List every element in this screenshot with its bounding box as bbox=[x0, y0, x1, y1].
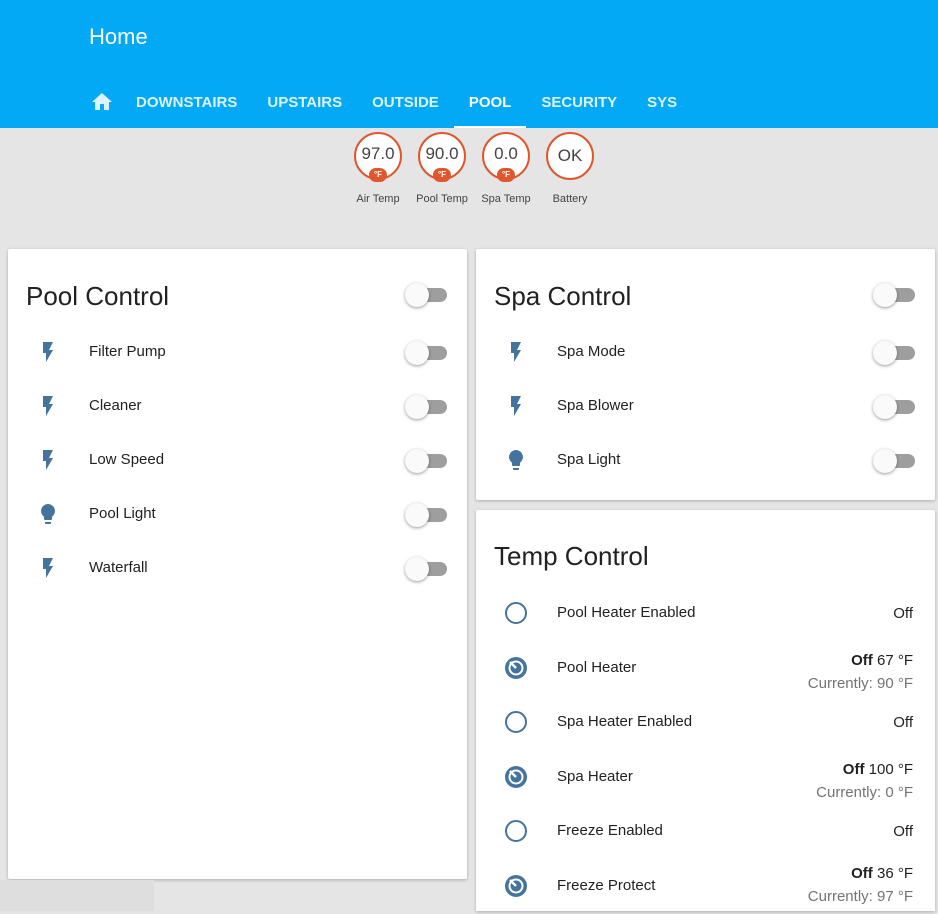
row-label: Pool Heater bbox=[557, 659, 637, 676]
entity-row-freeze-enabled[interactable]: Freeze Enabled Off bbox=[476, 804, 935, 858]
card-title: Pool Control bbox=[26, 281, 170, 311]
badge-unit: °F bbox=[368, 168, 388, 182]
badge-air-temp[interactable]: 97.0 °F Air Temp bbox=[346, 132, 410, 205]
flash-icon bbox=[43, 342, 53, 362]
badge-circle: 0.0 °F bbox=[482, 132, 530, 182]
tab-security[interactable]: SECURITY bbox=[526, 76, 632, 128]
pool-control-master-toggle[interactable] bbox=[405, 282, 449, 307]
spa-blower-toggle[interactable] bbox=[873, 394, 917, 419]
pool-control-card: Pool Control Filter Pump Cleaner Low Spe… bbox=[8, 249, 467, 879]
badge-circle: 97.0 °F bbox=[354, 132, 402, 182]
badge-pool-temp[interactable]: 90.0 °F Pool Temp bbox=[410, 132, 474, 205]
lightbulb-icon bbox=[509, 450, 523, 470]
spa-control-card: Spa Control Spa Mode Spa Blower Spa Ligh… bbox=[476, 249, 935, 500]
badge-unit: °F bbox=[496, 168, 516, 182]
entity-row-spa-heater[interactable]: Spa Heater Off 100 °F Currently: 0 °F bbox=[476, 749, 935, 805]
home-icon bbox=[92, 93, 112, 110]
badge-value: 90.0 bbox=[425, 144, 459, 163]
entity-state: Off bbox=[893, 714, 913, 731]
app-header: Home DOWNSTAIRS UPSTAIRS OUTSIDE POOL SE… bbox=[0, 0, 938, 128]
entity-row-pool-light: Pool Light bbox=[8, 487, 467, 541]
badge-row: 97.0 °F Air Temp 90.0 °F Pool Temp 0.0 °… bbox=[346, 132, 602, 205]
low-speed-toggle[interactable] bbox=[405, 448, 449, 473]
entity-row-waterfall: Waterfall bbox=[8, 541, 467, 595]
thermostat-icon bbox=[505, 875, 527, 897]
spa-light-toggle[interactable] bbox=[873, 448, 917, 473]
page-title: Home bbox=[89, 24, 148, 49]
waterfall-toggle[interactable] bbox=[405, 556, 449, 581]
thermostat-icon bbox=[505, 766, 527, 788]
badge-circle: 90.0 °F bbox=[418, 132, 466, 182]
row-label: Freeze Protect bbox=[557, 877, 656, 894]
tab-home[interactable] bbox=[84, 76, 121, 128]
flash-icon bbox=[43, 558, 53, 578]
flash-icon bbox=[43, 450, 53, 470]
thermostat-state: Off 36 °F Currently: 97 °F bbox=[807, 865, 913, 905]
entity-row-spa-blower: Spa Blower bbox=[476, 379, 935, 433]
badge-label: Battery bbox=[552, 193, 588, 205]
row-label: Waterfall bbox=[89, 559, 148, 576]
spa-mode-toggle[interactable] bbox=[873, 340, 917, 365]
entity-row-spa-light: Spa Light bbox=[476, 433, 935, 487]
bottom-scroll-strip bbox=[0, 880, 154, 911]
view-tabs: DOWNSTAIRS UPSTAIRS OUTSIDE POOL SECURIT… bbox=[84, 76, 692, 128]
row-label: Filter Pump bbox=[89, 343, 166, 360]
row-label: Spa Light bbox=[557, 451, 621, 468]
row-label: Freeze Enabled bbox=[557, 822, 663, 839]
checkbox-blank-circle-icon bbox=[505, 602, 527, 624]
temp-control-card: Temp Control Pool Heater Enabled Off Poo… bbox=[476, 510, 935, 911]
row-label: Spa Mode bbox=[557, 343, 626, 360]
flash-icon bbox=[43, 396, 53, 416]
row-label: Spa Blower bbox=[557, 397, 634, 414]
tab-downstairs[interactable]: DOWNSTAIRS bbox=[121, 76, 252, 128]
entity-row-freeze-protect[interactable]: Freeze Protect Off 36 °F Currently: 97 °… bbox=[476, 858, 935, 911]
filter-pump-toggle[interactable] bbox=[405, 340, 449, 365]
entity-row-low-speed: Low Speed bbox=[8, 433, 467, 487]
entity-state: Off bbox=[893, 605, 913, 622]
badge-value: 0.0 bbox=[494, 144, 518, 163]
card-title: Temp Control bbox=[494, 541, 649, 571]
badge-label: Air Temp bbox=[356, 193, 400, 205]
row-label: Spa Heater bbox=[557, 768, 633, 785]
badge-value: OK bbox=[557, 146, 583, 165]
entity-row-filter-pump: Filter Pump bbox=[8, 325, 467, 379]
badge-label: Spa Temp bbox=[481, 193, 531, 205]
row-label: Spa Heater Enabled bbox=[557, 713, 693, 730]
tab-pool[interactable]: POOL bbox=[453, 76, 527, 128]
badge-spa-temp[interactable]: 0.0 °F Spa Temp bbox=[474, 132, 538, 205]
pool-light-toggle[interactable] bbox=[405, 502, 449, 527]
badge-battery[interactable]: OK Battery bbox=[538, 132, 602, 205]
tab-upstairs[interactable]: UPSTAIRS bbox=[252, 76, 357, 128]
row-label: Cleaner bbox=[89, 397, 142, 414]
lightbulb-icon bbox=[41, 504, 55, 524]
cleaner-toggle[interactable] bbox=[405, 394, 449, 419]
card-title: Spa Control bbox=[494, 281, 632, 311]
row-label: Pool Heater Enabled bbox=[557, 604, 696, 621]
thermostat-state: Off 100 °F Currently: 0 °F bbox=[816, 761, 913, 801]
checkbox-blank-circle-icon bbox=[505, 711, 527, 733]
tab-sys[interactable]: SYS bbox=[632, 76, 692, 128]
entity-row-pool-heater[interactable]: Pool Heater Off 67 °F Currently: 90 °F bbox=[476, 640, 935, 696]
spa-control-master-toggle[interactable] bbox=[873, 282, 917, 307]
entity-state: Off bbox=[893, 823, 913, 840]
entity-row-pool-heater-enabled[interactable]: Pool Heater Enabled Off bbox=[476, 586, 935, 640]
flash-icon bbox=[511, 396, 521, 416]
tab-outside[interactable]: OUTSIDE bbox=[357, 76, 454, 128]
badge-circle: OK bbox=[546, 132, 594, 180]
row-label: Pool Light bbox=[89, 505, 156, 522]
row-label: Low Speed bbox=[89, 451, 165, 468]
checkbox-blank-circle-icon bbox=[505, 820, 527, 842]
entity-row-cleaner: Cleaner bbox=[8, 379, 467, 433]
entity-row-spa-heater-enabled[interactable]: Spa Heater Enabled Off bbox=[476, 695, 935, 749]
badge-label: Pool Temp bbox=[416, 193, 468, 205]
thermostat-icon bbox=[505, 657, 527, 679]
thermostat-state: Off 67 °F Currently: 90 °F bbox=[807, 652, 913, 692]
badge-unit: °F bbox=[432, 168, 452, 182]
badge-value: 97.0 bbox=[361, 144, 395, 163]
entity-row-spa-mode: Spa Mode bbox=[476, 325, 935, 379]
flash-icon bbox=[511, 342, 521, 362]
